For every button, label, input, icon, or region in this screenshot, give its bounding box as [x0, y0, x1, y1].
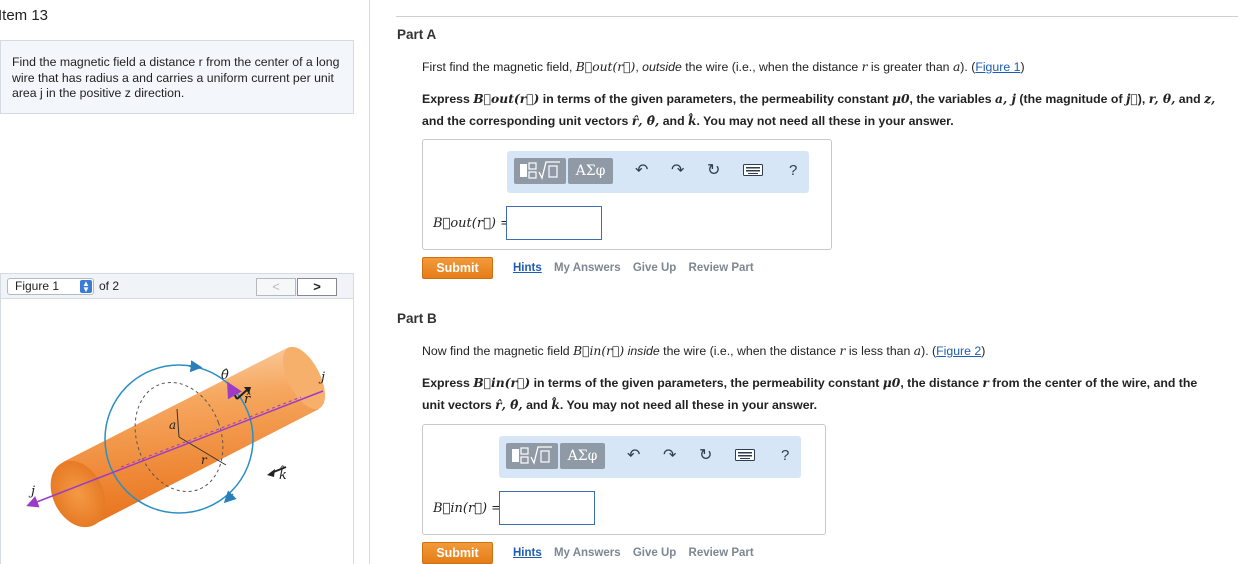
part-b-intro: Now find the magnetic field B⃗in(r⃗) ins…: [422, 344, 986, 358]
part-a-intro: First find the magnetic field, B⃗out(r⃗)…: [422, 60, 1025, 74]
previous-figure-button[interactable]: <: [256, 278, 296, 296]
part-a-title: Part A: [397, 27, 437, 42]
k-hat-label: k̂: [279, 465, 287, 483]
top-divider: [396, 16, 1238, 17]
help-button[interactable]: ?: [789, 162, 797, 179]
part-b-hints-link[interactable]: Hints: [513, 547, 542, 559]
figure-area: θ̂ r̂ j j a r k̂: [0, 299, 354, 564]
part-b-instructions: Express B⃗in(r⃗) in terms of the given p…: [422, 375, 1198, 412]
reset-icon[interactable]: ↻: [707, 160, 720, 180]
templates-icon: [520, 161, 560, 180]
figure-select-value: Figure 1: [15, 279, 60, 293]
reset-icon[interactable]: ↻: [699, 445, 712, 465]
figure-count: of 2: [99, 279, 120, 293]
select-arrows-icon: ▲ ▼: [80, 279, 92, 293]
problem-text: Find the magnetic field a distance r fro…: [12, 55, 340, 100]
part-a-submit-button[interactable]: Submit: [422, 257, 493, 279]
part-b-answer-label: B⃗in(r⃗) =: [433, 501, 503, 516]
figure-select[interactable]: Figure 1 ▲ ▼: [7, 278, 94, 295]
redo-icon[interactable]: ↷: [671, 160, 684, 180]
theta-hat-label: θ̂: [221, 368, 229, 383]
templates-button[interactable]: [514, 158, 566, 184]
templates-icon: [512, 446, 552, 465]
part-a-answer-box: ΑΣφ ↶ ↷ ↻ ? B⃗out(r⃗) =: [422, 139, 832, 250]
part-a-answer-label: B⃗out(r⃗) =: [433, 216, 511, 231]
undo-icon[interactable]: ↶: [635, 160, 648, 180]
greek-symbols-button[interactable]: ΑΣφ: [568, 158, 613, 184]
a-label: a: [169, 418, 176, 432]
part-b-review-part-link[interactable]: Review Part: [689, 547, 754, 559]
part-a-answer-input[interactable]: [506, 206, 602, 240]
keyboard-icon[interactable]: [735, 448, 755, 466]
part-a-give-up-link[interactable]: Give Up: [633, 262, 676, 274]
wire-figure: θ̂ r̂ j j a r k̂: [26, 346, 325, 528]
math-toolbar: ΑΣφ ↶ ↷ ↻ ?: [507, 151, 809, 193]
figure-navigation: Figure 1 ▲ ▼ of 2 < >: [0, 273, 354, 299]
figure-1-link[interactable]: Figure 1: [975, 60, 1020, 74]
part-b-my-answers-link[interactable]: My Answers: [554, 547, 621, 559]
part-b-title: Part B: [397, 311, 437, 326]
math-toolbar: ΑΣφ ↶ ↷ ↻ ?: [499, 436, 801, 478]
part-b-links: Hints My Answers Give Up Review Part: [513, 547, 763, 559]
part-a-review-part-link[interactable]: Review Part: [689, 262, 754, 274]
part-a-instructions: Express B⃗out(r⃗) in terms of the given …: [422, 91, 1216, 128]
help-button[interactable]: ?: [781, 447, 789, 464]
part-b-answer-box: ΑΣφ ↶ ↷ ↻ ? B⃗in(r⃗) =: [422, 424, 826, 535]
part-b-answer-input[interactable]: [499, 491, 595, 525]
part-a-hints-link[interactable]: Hints: [513, 262, 542, 274]
greek-symbols-button[interactable]: ΑΣφ: [560, 443, 605, 469]
redo-icon[interactable]: ↷: [663, 445, 676, 465]
templates-button[interactable]: [506, 443, 558, 469]
problem-statement-box: Find the magnetic field a distance r fro…: [0, 40, 354, 114]
part-b-submit-button[interactable]: Submit: [422, 542, 493, 564]
part-b-give-up-link[interactable]: Give Up: [633, 547, 676, 559]
next-figure-button[interactable]: >: [297, 278, 337, 296]
j-left-label: j: [28, 484, 35, 499]
item-title: Item 13: [0, 7, 49, 24]
keyboard-icon[interactable]: [743, 163, 763, 181]
left-panel: Item 13 Find the magnetic field a distan…: [0, 0, 370, 564]
figure-2-link[interactable]: Figure 2: [936, 344, 981, 358]
part-a-links: Hints My Answers Give Up Review Part: [513, 262, 763, 274]
part-a-my-answers-link[interactable]: My Answers: [554, 262, 621, 274]
undo-icon[interactable]: ↶: [627, 445, 640, 465]
